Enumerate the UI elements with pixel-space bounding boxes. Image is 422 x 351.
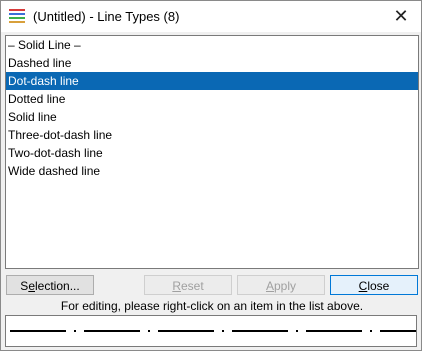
line-types-window: (Untitled) - Line Types (8) ✕ – Solid Li… <box>0 0 422 351</box>
editing-hint: For editing, please right-click on an it… <box>60 299 364 313</box>
close-icon[interactable]: ✕ <box>391 6 411 26</box>
apply-button[interactable]: Apply <box>237 275 325 295</box>
selection-button[interactable]: Selection... <box>6 275 94 295</box>
window-title: (Untitled) - Line Types (8) <box>33 9 180 24</box>
dot-dash-line-sample <box>10 330 416 332</box>
list-item[interactable]: Two-dot-dash line <box>6 144 418 162</box>
list-item[interactable]: Solid line <box>6 108 418 126</box>
list-item[interactable]: Wide dashed line <box>6 162 418 180</box>
list-item[interactable]: Dotted line <box>6 90 418 108</box>
list-item[interactable]: Dashed line <box>6 54 418 72</box>
list-item[interactable]: Three-dot-dash line <box>6 126 418 144</box>
line-types-list[interactable]: – Solid Line – Dashed line Dot-dash line… <box>5 35 419 269</box>
list-item[interactable]: – Solid Line – <box>6 36 418 54</box>
list-item-selected[interactable]: Dot-dash line <box>6 72 418 90</box>
title-bar[interactable]: (Untitled) - Line Types (8) ✕ <box>1 1 421 32</box>
line-preview <box>5 315 417 347</box>
close-button[interactable]: Close <box>330 275 418 295</box>
reset-button[interactable]: Reset <box>144 275 232 295</box>
line-types-app-icon <box>9 9 25 23</box>
